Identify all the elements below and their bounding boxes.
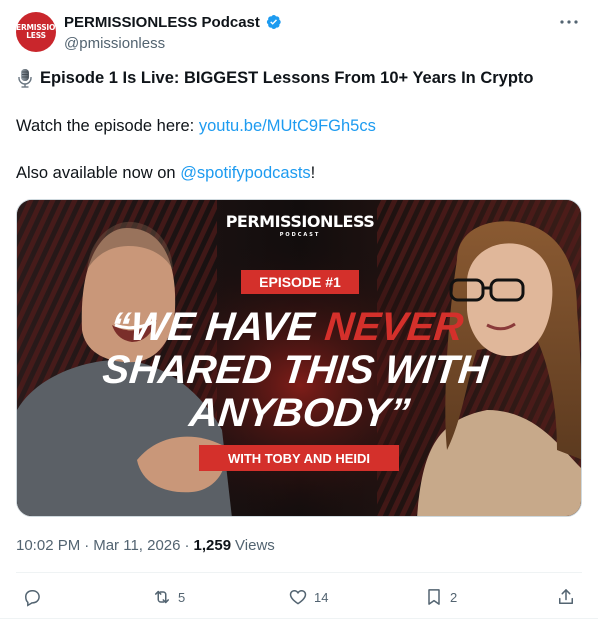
tweet-title: Episode 1 Is Live: BIGGEST Lessons From … bbox=[40, 68, 534, 87]
retweet-count: 5 bbox=[178, 589, 186, 605]
thumbnail-artwork: PERMISSIONLESS PODCAST EPISODE #1 “WE HA… bbox=[17, 200, 581, 516]
spotify-mention-link[interactable]: @spotifypodcasts bbox=[180, 164, 310, 182]
available-line: Also available now on @spotifypodcasts! bbox=[16, 164, 315, 183]
tweet-meta: 10:02 PM · Mar 11, 2026 · 1,259 Views bbox=[16, 537, 275, 554]
views-label: Views bbox=[235, 537, 275, 554]
microphone-icon bbox=[18, 69, 32, 88]
heart-icon bbox=[289, 589, 307, 605]
retweet-button[interactable]: 5 bbox=[152, 586, 185, 608]
quote-line-1-b: NEVER bbox=[323, 305, 465, 349]
bookmark-count: 2 bbox=[450, 589, 458, 605]
retweet-icon bbox=[155, 590, 169, 604]
bookmark-icon bbox=[428, 589, 440, 605]
bottom-border bbox=[0, 618, 598, 619]
more-options-icon[interactable] bbox=[558, 12, 580, 32]
views-count: 1,259 bbox=[193, 537, 232, 554]
quote-line-1-a: “WE HAVE bbox=[108, 305, 327, 349]
watch-line: Watch the episode here: youtu.be/MUtC9FG… bbox=[16, 117, 376, 136]
watch-prefix: Watch the episode here: bbox=[16, 117, 199, 135]
reply-button[interactable] bbox=[22, 586, 48, 608]
like-count: 14 bbox=[314, 589, 329, 605]
author-handle[interactable]: @pmissionless bbox=[64, 35, 165, 52]
bookmark-button[interactable]: 2 bbox=[424, 586, 457, 608]
tweet-title-row: Episode 1 Is Live: BIGGEST Lessons From … bbox=[16, 68, 534, 88]
thumbnail-logo: PERMISSIONLESS bbox=[226, 212, 375, 231]
avatar-logo: PERMISSION LESS bbox=[16, 23, 56, 40]
video-thumbnail[interactable]: PERMISSIONLESS PODCAST EPISODE #1 “WE HA… bbox=[16, 199, 582, 517]
like-button[interactable]: 14 bbox=[288, 586, 328, 608]
meta-separator: · bbox=[84, 537, 90, 554]
avatar[interactable]: PERMISSION LESS bbox=[16, 12, 56, 52]
tweet-time[interactable]: 10:02 PM bbox=[16, 537, 80, 554]
share-icon bbox=[559, 589, 573, 604]
share-button[interactable] bbox=[556, 586, 576, 608]
youtube-link[interactable]: youtu.be/MUtC9FGh5cs bbox=[199, 117, 376, 135]
meta-separator-2: · bbox=[184, 537, 190, 554]
reply-icon bbox=[24, 590, 40, 607]
tweet-date[interactable]: Mar 11, 2026 bbox=[93, 537, 180, 554]
verified-badge-icon bbox=[266, 15, 281, 29]
divider bbox=[16, 572, 582, 573]
episode-label: EPISODE #1 bbox=[259, 274, 341, 290]
quote-line-2: SHARED THIS WITH bbox=[101, 348, 491, 392]
thumbnail-logo-sub: PODCAST bbox=[280, 232, 321, 238]
display-name[interactable]: PERMISSIONLESS Podcast bbox=[64, 14, 260, 31]
available-suffix: ! bbox=[310, 164, 316, 182]
guests-label: WITH TOBY AND HEIDI bbox=[228, 451, 370, 466]
quote-line-1: “WE HAVE NEVER bbox=[108, 305, 465, 349]
author-name-row: PERMISSIONLESS Podcast bbox=[64, 13, 282, 31]
available-prefix: Also available now on bbox=[16, 164, 181, 182]
quote-line-3: ANYBODY” bbox=[186, 391, 413, 435]
